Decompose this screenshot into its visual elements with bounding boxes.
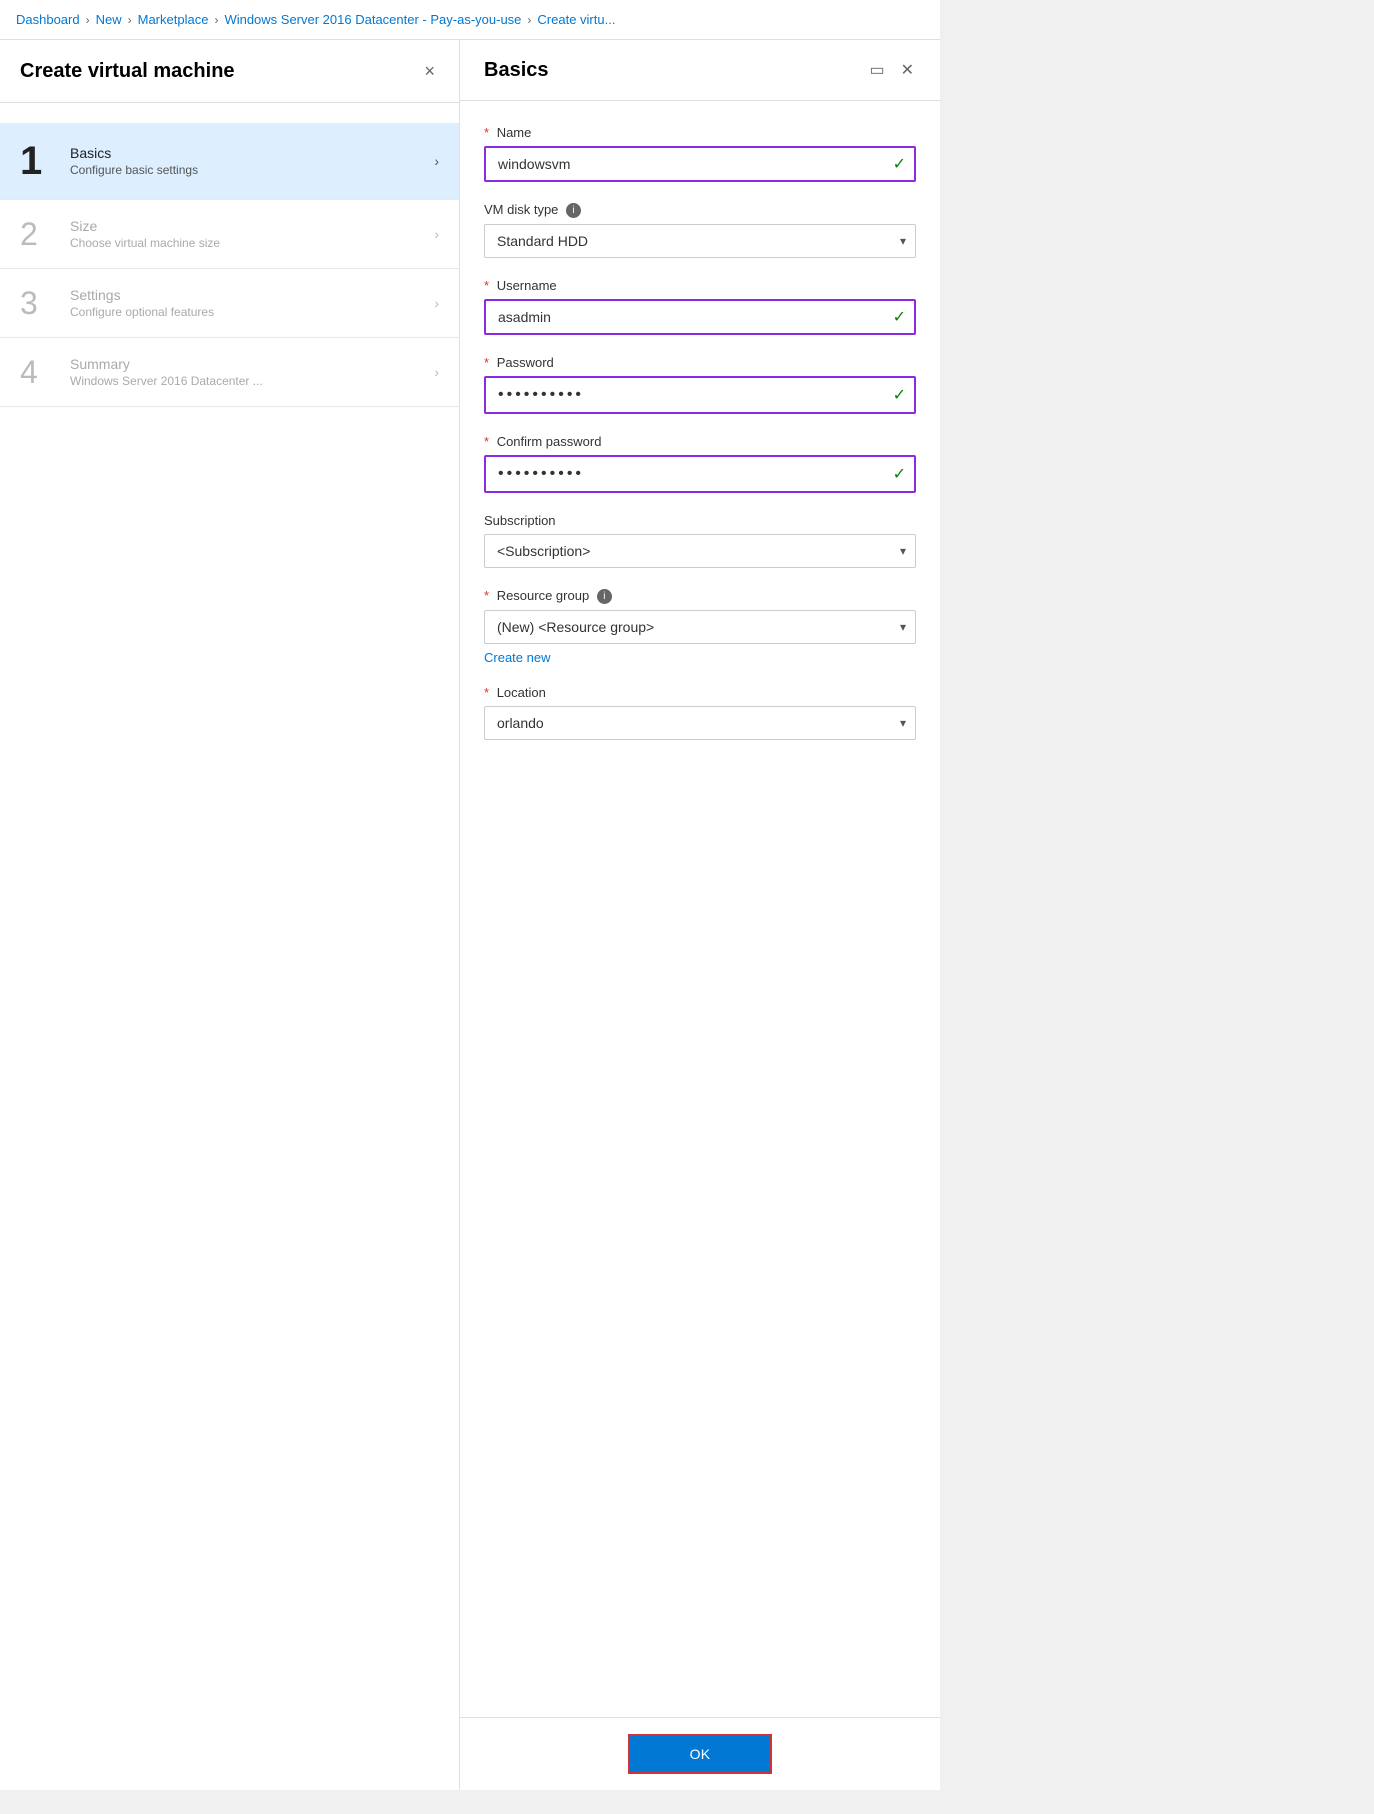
- name-required-star: *: [484, 125, 489, 140]
- subscription-select[interactable]: <Subscription>: [484, 534, 916, 568]
- step-1-title: Basics: [70, 145, 434, 161]
- step-1-content: Basics Configure basic settings: [70, 145, 434, 177]
- username-required-star: *: [484, 278, 489, 293]
- breadcrumb-sep-4: ›: [527, 13, 531, 27]
- breadcrumb-new[interactable]: New: [96, 12, 122, 27]
- right-panel: Basics ▭ ✕ * Name ✓ VM dis: [460, 40, 940, 1790]
- confirm-password-check-icon: ✓: [893, 464, 906, 484]
- subscription-label: Subscription: [484, 513, 916, 528]
- password-input-wrapper: ✓: [484, 376, 916, 414]
- location-field-group: * Location orlando ▾: [484, 685, 916, 740]
- password-required-star: *: [484, 355, 489, 370]
- breadcrumb-product[interactable]: Windows Server 2016 Datacenter - Pay-as-…: [224, 12, 521, 27]
- step-3-content: Settings Configure optional features: [70, 287, 434, 319]
- create-new-resource-group-link[interactable]: Create new: [484, 650, 916, 665]
- step-2-size[interactable]: 2 Size Choose virtual machine size ›: [0, 200, 459, 269]
- confirm-password-input-wrapper: ✓: [484, 455, 916, 493]
- vm-disk-type-group: VM disk type i Standard HDD ▾: [484, 202, 916, 258]
- username-input-wrapper: ✓: [484, 299, 916, 335]
- vm-disk-type-select[interactable]: Standard HDD: [484, 224, 916, 258]
- left-panel: Create virtual machine × 1 Basics Config…: [0, 40, 460, 1790]
- password-check-icon: ✓: [893, 385, 906, 405]
- step-3-settings[interactable]: 3 Settings Configure optional features ›: [0, 269, 459, 338]
- location-label: * Location: [484, 685, 916, 700]
- location-required-star: *: [484, 685, 489, 700]
- step-4-title: Summary: [70, 356, 434, 372]
- step-4-summary[interactable]: 4 Summary Windows Server 2016 Datacenter…: [0, 338, 459, 407]
- ok-button[interactable]: OK: [628, 1734, 773, 1774]
- name-check-icon: ✓: [893, 154, 906, 174]
- step-4-content: Summary Windows Server 2016 Datacenter .…: [70, 356, 434, 388]
- step-2-content: Size Choose virtual machine size: [70, 218, 434, 250]
- resource-group-label: * Resource group i: [484, 588, 916, 604]
- main-container: Create virtual machine × 1 Basics Config…: [0, 40, 940, 1790]
- step-1-arrow-icon: ›: [434, 153, 439, 169]
- breadcrumb: Dashboard › New › Marketplace › Windows …: [0, 0, 940, 40]
- step-2-title: Size: [70, 218, 434, 234]
- step-3-title: Settings: [70, 287, 434, 303]
- resource-group-required-star: *: [484, 588, 489, 603]
- confirm-password-field-group: * Confirm password ✓: [484, 434, 916, 493]
- header-icons: ▭ ✕: [867, 58, 916, 82]
- left-panel-header: Create virtual machine ×: [0, 40, 459, 103]
- basics-title: Basics: [484, 59, 549, 82]
- form-content: * Name ✓ VM disk type i Standard HDD: [460, 101, 940, 1717]
- confirm-password-label: * Confirm password: [484, 434, 916, 449]
- step-3-number: 3: [20, 287, 70, 319]
- step-4-arrow-icon: ›: [434, 364, 439, 380]
- subscription-field-group: Subscription <Subscription> ▾: [484, 513, 916, 568]
- breadcrumb-marketplace[interactable]: Marketplace: [138, 12, 209, 27]
- breadcrumb-dashboard[interactable]: Dashboard: [16, 12, 80, 27]
- breadcrumb-sep-1: ›: [86, 13, 90, 27]
- name-field-group: * Name ✓: [484, 125, 916, 182]
- username-check-icon: ✓: [893, 307, 906, 327]
- location-select[interactable]: orlando: [484, 706, 916, 740]
- subscription-select-wrapper: <Subscription> ▾: [484, 534, 916, 568]
- steps-list: 1 Basics Configure basic settings › 2 Si…: [0, 103, 459, 427]
- resource-group-field-group: * Resource group i (New) <Resource group…: [484, 588, 916, 665]
- left-panel-close-button[interactable]: ×: [420, 58, 439, 84]
- step-2-subtitle: Choose virtual machine size: [70, 236, 434, 250]
- password-field-group: * Password ✓: [484, 355, 916, 414]
- step-3-arrow-icon: ›: [434, 295, 439, 311]
- step-1-basics[interactable]: 1 Basics Configure basic settings ›: [0, 123, 459, 200]
- name-label: * Name: [484, 125, 916, 140]
- password-input[interactable]: [484, 376, 916, 414]
- create-vm-title: Create virtual machine: [20, 60, 235, 83]
- step-4-subtitle: Windows Server 2016 Datacenter ...: [70, 374, 434, 388]
- form-footer: OK: [460, 1717, 940, 1790]
- step-2-number: 2: [20, 218, 70, 250]
- breadcrumb-current: Create virtu...: [537, 12, 615, 27]
- step-3-subtitle: Configure optional features: [70, 305, 434, 319]
- location-select-wrapper: orlando ▾: [484, 706, 916, 740]
- name-input-wrapper: ✓: [484, 146, 916, 182]
- username-field-group: * Username ✓: [484, 278, 916, 335]
- confirm-password-required-star: *: [484, 434, 489, 449]
- resource-group-select[interactable]: (New) <Resource group>: [484, 610, 916, 644]
- username-label: * Username: [484, 278, 916, 293]
- right-panel-close-button[interactable]: ✕: [899, 58, 916, 82]
- vm-disk-type-info-icon[interactable]: i: [566, 203, 581, 218]
- resource-group-info-icon[interactable]: i: [597, 589, 612, 604]
- step-2-arrow-icon: ›: [434, 226, 439, 242]
- breadcrumb-sep-3: ›: [214, 13, 218, 27]
- breadcrumb-sep-2: ›: [128, 13, 132, 27]
- password-label: * Password: [484, 355, 916, 370]
- maximize-button[interactable]: ▭: [867, 58, 886, 82]
- right-panel-header: Basics ▭ ✕: [460, 40, 940, 101]
- vm-disk-type-label: VM disk type i: [484, 202, 916, 218]
- confirm-password-input[interactable]: [484, 455, 916, 493]
- step-1-number: 1: [20, 141, 70, 181]
- name-input[interactable]: [484, 146, 916, 182]
- vm-disk-type-select-wrapper: Standard HDD ▾: [484, 224, 916, 258]
- resource-group-select-wrapper: (New) <Resource group> ▾: [484, 610, 916, 644]
- step-4-number: 4: [20, 356, 70, 388]
- step-1-subtitle: Configure basic settings: [70, 163, 434, 177]
- username-input[interactable]: [484, 299, 916, 335]
